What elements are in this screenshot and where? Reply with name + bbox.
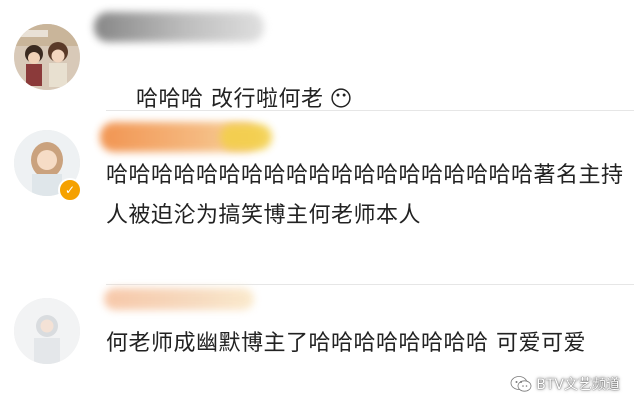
comment-item: ✓ 哈哈哈哈哈哈哈哈哈哈哈哈哈哈哈哈哈哈哈著名主持人被迫沦为搞笑博主何老师本人	[0, 110, 634, 290]
comment-text: 何老师成幽默博主了哈哈哈哈哈哈哈哈 可爱可爱	[106, 331, 586, 356]
avatar-image	[14, 298, 80, 364]
username-blurred-extra	[220, 124, 272, 150]
comment-body: 哈哈哈 改行啦何老	[135, 87, 324, 112]
comment-item: 哈哈哈 改行啦何老 😶	[0, 0, 634, 118]
emoji-icon: 😶	[329, 87, 353, 112]
comment-text: 哈哈哈哈哈哈哈哈哈哈哈哈哈哈哈哈哈哈哈著名主持人被迫沦为搞笑博主何老师本人	[106, 163, 624, 228]
username-blurred[interactable]	[104, 288, 254, 310]
avatar-image	[14, 24, 80, 90]
verified-badge-icon: ✓	[58, 178, 82, 202]
user-avatar[interactable]	[14, 298, 80, 364]
wechat-icon	[510, 376, 532, 392]
watermark: BTV文艺频道	[510, 374, 620, 394]
watermark-label: BTV文艺频道	[536, 377, 620, 393]
username-blurred[interactable]	[94, 12, 264, 42]
comment-item: 何老师成幽默博主了哈哈哈哈哈哈哈哈 可爱可爱 BTV文艺频道	[0, 284, 634, 402]
user-avatar[interactable]	[14, 24, 80, 90]
